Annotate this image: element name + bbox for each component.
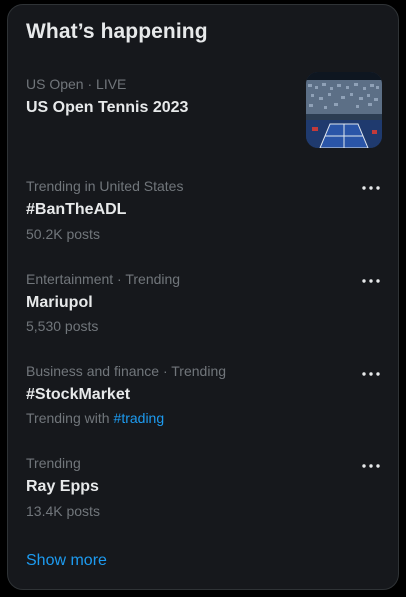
trend-item-mariupol[interactable]: Entertainment · Trending Mariupol 5,530 … [8, 268, 398, 356]
trend-headline: #BanTheADL [26, 201, 127, 218]
trend-item-ray-epps[interactable]: Trending Ray Epps 13.4K posts [8, 452, 398, 540]
trend-meta: US Open · LIVE [26, 76, 127, 92]
whats-happening-panel: What’s happening US Open · LIVE US Open … [7, 4, 399, 590]
more-horizontal-icon [362, 372, 380, 376]
more-horizontal-icon [362, 279, 380, 283]
show-more-link[interactable]: Show more [26, 552, 107, 570]
trend-post-count: 13.4K posts [26, 503, 100, 519]
related-hashtag-link[interactable]: #trading [114, 410, 165, 426]
more-button[interactable] [358, 457, 384, 475]
trend-meta: Entertainment · Trending [26, 271, 181, 287]
tennis-stadium-image[interactable] [306, 72, 382, 148]
trend-meta: Business and finance · Trending [26, 363, 227, 379]
more-button[interactable] [358, 272, 384, 290]
more-button[interactable] [358, 365, 384, 383]
trend-related: Trending with #trading [26, 410, 164, 426]
trending-with-label: Trending with [26, 410, 110, 426]
more-button[interactable] [358, 179, 384, 197]
more-horizontal-icon [362, 464, 380, 468]
trend-post-count: 50.2K posts [26, 226, 100, 242]
panel-title: What’s happening [26, 20, 208, 43]
trend-headline: US Open Tennis 2023 [26, 99, 189, 116]
trend-item-bantheadl[interactable]: Trending in United States #BanTheADL 50.… [8, 175, 398, 263]
trend-headline: #StockMarket [26, 386, 131, 403]
trend-meta: Trending in United States [26, 178, 184, 194]
more-horizontal-icon [362, 186, 380, 190]
trend-meta: Trending [26, 455, 81, 471]
trend-item-stockmarket[interactable]: Business and finance · Trending #StockMa… [8, 360, 398, 448]
trend-headline: Ray Epps [26, 478, 99, 495]
trend-post-count: 5,530 posts [26, 318, 99, 334]
tennis-stadium-thumbnail [306, 72, 382, 148]
trend-headline: Mariupol [26, 294, 93, 311]
